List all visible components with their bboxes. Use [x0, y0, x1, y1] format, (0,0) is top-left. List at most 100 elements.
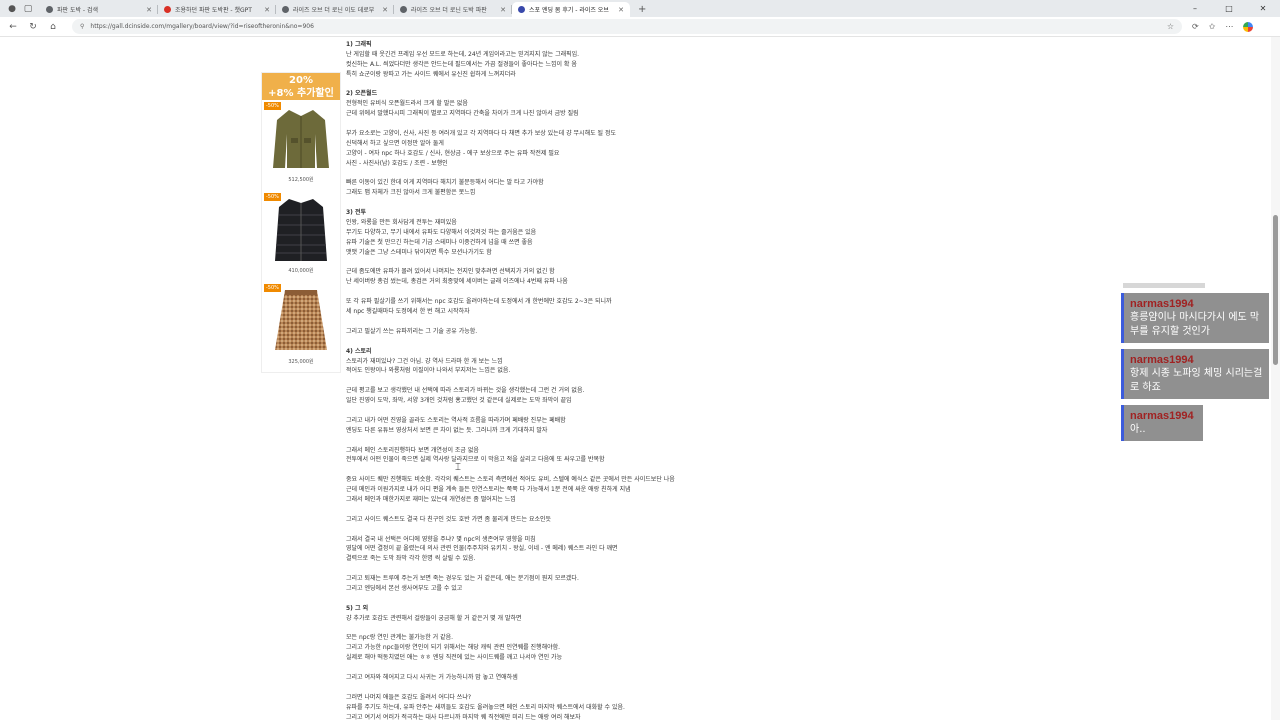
post-text-line: 적어도 인왕이나 와룡처럼 이질이야 나와서 부지저는 느낌은 없음.: [346, 367, 511, 375]
menu-icon[interactable]: ⋯: [1225, 22, 1233, 32]
post-text-line: [346, 317, 756, 327]
close-tab-icon[interactable]: ✕: [146, 6, 152, 14]
close-tab-icon[interactable]: ✕: [500, 6, 506, 14]
post-text-line: [346, 406, 756, 416]
bookmark-star-icon[interactable]: ☆: [1167, 22, 1174, 31]
chat-username: narmas1994: [1130, 354, 1194, 366]
post-text-line: 그래도 맵 자체가 크진 않아서 크게 불편함은 못느낌: [346, 189, 476, 197]
url-text[interactable]: https://gall.dcinside.com/mgallery/board…: [90, 23, 1166, 30]
post-text-line: 유파 기술은 첫 만으긴 하는데 기금 스테미나 이중건하게 넘을 때 쓰면 좋…: [346, 238, 533, 246]
extensions-icon[interactable]: ⟳: [1192, 22, 1199, 32]
profile-icon[interactable]: ●: [6, 4, 18, 14]
post-text-line: [346, 594, 756, 604]
post-text-line: 맷맷 기술은 그냥 스테미나 닦이지면 특수 모션나가기도 함: [346, 248, 492, 256]
post-text-line: 그리고 가능한 npc들이랑 연인이 되기 위해서는 해당 캐릭 관련 인연퀘를…: [346, 644, 561, 652]
post-text-line: [346, 337, 756, 347]
ad-banner-column[interactable]: 20% +8% 추가할인 -50% 512,500원 -50% 410,000원: [261, 72, 341, 373]
scrollbar-thumb[interactable]: [1273, 215, 1278, 365]
post-text-line: 컷신하는 A.L. 씌었다더만 생각은 안드는데 필드에서는 가끔 절경들이 좋…: [346, 60, 577, 68]
post-text-line: 그래서 메인 스토리진행하다 보면 개연성이 조금 없음: [346, 446, 479, 454]
ad-product[interactable]: -50% 325,000원: [262, 282, 340, 373]
product-price: 512,500원: [288, 177, 314, 183]
tab-title: 라이즈 오브 더 로닌 도박 파판: [411, 7, 487, 14]
post-text-line: 부가 요소로는 고양이, 신사, 사진 등 여러개 있고 각 지역마다 다 채면…: [346, 130, 616, 138]
chat-text: 흥릉얌이나 마시다가시 에도 막부를 유지할 것인가: [1130, 312, 1260, 337]
close-tab-icon[interactable]: ✕: [382, 6, 388, 14]
avatar[interactable]: [1243, 21, 1254, 32]
browser-tab[interactable]: 라이즈 오브 더 로닌 도박 파판 ✕: [394, 2, 512, 17]
tab-list: 파판 도박 - 검색 ✕ 조용하던 파판 도박판 - 챗GPT ✕ 라이즈 오브 더 로…: [40, 2, 630, 17]
post-text-line: [346, 80, 756, 90]
post-text-line: 결력으로 죽는 도막 좌막 각각 한명 씩 살릴 수 있음.: [346, 555, 476, 563]
product-price: 325,000원: [288, 359, 314, 365]
close-tab-icon[interactable]: ✕: [618, 6, 624, 14]
post-text-line: 실제로 해야 떡동치였던 애는 ㅎㅎ 엔딩 직전에 있는 사이드퀘를 깨고 나서…: [346, 654, 563, 662]
tab-actions-icon[interactable]: ▢: [22, 4, 34, 14]
post-text-line: 그리고 필살기 쓰는 유파끼리는 그 기술 공유 가능함.: [346, 327, 478, 335]
maximize-button[interactable]: □: [1212, 0, 1246, 17]
site-info-icon[interactable]: ⚲: [80, 23, 84, 30]
post-text-line: [346, 465, 756, 475]
browser-tab[interactable]: 라이즈 오브 더 로닌 이도 데로부 ✕: [276, 2, 394, 17]
search-icon: [46, 6, 53, 13]
post-text-line: 그리고 내가 어떤 진영을 골라도 스토리는 역사적 흐름을 따라가며 페배랑 …: [346, 416, 566, 424]
tab-title: 파판 도박 - 검색: [57, 7, 99, 14]
post-text-line: 걍 추가로 호감도 관련해서 걸랑들이 궁금해 할 거 같은거 몇 개 말하면: [346, 614, 522, 622]
browser-tab[interactable]: 파판 도박 - 검색 ✕: [40, 2, 158, 17]
toolbar-icons: ⟳ ✩ ⋯: [1192, 21, 1254, 32]
browser-tab[interactable]: 스포 엔딩 봄 후기 - 라이즈 오브 ✕: [512, 2, 630, 17]
new-tab-button[interactable]: +: [630, 2, 654, 17]
post-text-line: 그래서 메인과 매한가지로 재미는 있는데 개연성은 좀 떨어지는 느낌: [346, 495, 516, 503]
search-icon: [400, 6, 407, 13]
post-text-line: [346, 376, 756, 386]
post-body: 1) 그래픽 난 게임할 때 웃긴건 프레임 우선 모드로 하는데, 24년 게임…: [346, 40, 756, 720]
post-text-line: 또 각 유파 필살기를 쓰기 위해서는 npc 호감도 올려야하는데 도정에서 …: [346, 298, 612, 306]
address-bar[interactable]: ⚲ https://gall.dcinside.com/mgallery/boa…: [72, 19, 1182, 34]
stream-chat-overlay: narmas1994 흥릉얌이나 마시다가시 에도 막부를 유지할 것인가 na…: [1121, 283, 1271, 443]
close-window-button[interactable]: ✕: [1246, 0, 1280, 17]
ad-discount-banner[interactable]: 20% +8% 추가할인: [262, 73, 340, 100]
post-text-line: 일단 진영이 도막, 좌막, 서양 3개인 것처럼 홍고했던 것 같은데 실제로…: [346, 397, 572, 405]
post-text-line: 영달에 어떤 결정이 끝 올렸는데 의사 관련 인물(주주치와 유키치 - 왕실…: [346, 545, 618, 553]
post-text-line: [346, 624, 756, 634]
home-icon[interactable]: ⌂: [46, 22, 60, 32]
browser-tab[interactable]: 조용하던 파판 도박판 - 챗GPT ✕: [158, 2, 276, 17]
post-text-line: 그리고 사이드 퀘스트도 결국 다 친구인 것도 호반 가면 좀 물리게 만드는…: [346, 515, 552, 523]
ad-banner-line2: +8% 추가할인: [268, 88, 334, 99]
post-text-line: 그래서 결국 내 선택은 어디에 영향을 주냐? 몇 npc의 생존여부 영향을…: [346, 535, 536, 543]
search-icon: [282, 6, 289, 13]
ad-banner-line1: 20%: [289, 75, 313, 86]
post-text-line: 근데 위에서 말했다시피 그래픽이 별로고 지역마다 간축을 차이가 크게 나진…: [346, 110, 579, 118]
ad-product[interactable]: -50% 410,000원: [262, 191, 340, 282]
reload-icon[interactable]: ↻: [26, 22, 40, 32]
section-heading: 2) 오픈월드: [346, 90, 378, 98]
post-text-line: 전형적인 유비식 오픈월드라서 크게 할 말은 없음: [346, 100, 468, 108]
tab-title: 조용하던 파판 도박판 - 챗GPT: [175, 7, 252, 14]
section-heading: 5) 그 외: [346, 604, 369, 612]
back-arrow-icon[interactable]: ←: [6, 22, 20, 32]
page-scrollbar[interactable]: [1271, 37, 1280, 720]
chat-text: 아..: [1130, 424, 1146, 435]
product-price: 410,000원: [288, 268, 314, 274]
tab-title: 라이즈 오브 더 로닌 이도 데로부: [293, 7, 375, 14]
post-text-line: [346, 287, 756, 297]
ad-product[interactable]: -50% 512,500원: [262, 100, 340, 191]
discount-badge: -50%: [264, 193, 281, 201]
chat-message: narmas1994 아..: [1121, 405, 1203, 441]
tab-title: 스포 엔딩 봄 후기 - 라이즈 오브: [529, 7, 609, 14]
post-text-line: 스토리가 재미있냐? 그건 아님. 걍 역사 드라마 한 개 보는 느낌: [346, 357, 503, 365]
post-text-line: [346, 436, 756, 446]
post-text-line: 고양이 - 여자 npc 하나 호감도 / 신사, 현상금 - 에구 보상으로 …: [346, 149, 560, 157]
post-text-line: 난 게임할 때 웃긴건 프레임 우선 모드로 하는데, 24년 게임이라고는 믿…: [346, 50, 580, 58]
section-heading: 3) 전투: [346, 209, 367, 217]
section-heading: 4) 스토리: [346, 347, 372, 355]
post-text-line: 신덕해서 하고 싶으면 이정만 알아 둘게: [346, 139, 444, 147]
post-text-line: 유파를 주기도 하는데, 유파 안주는 새끼들도 호감도 올려놓으면 메인 스토…: [346, 703, 625, 711]
minimize-button[interactable]: –: [1178, 0, 1212, 17]
discount-badge: -50%: [264, 102, 281, 110]
favorites-icon[interactable]: ✩: [1209, 22, 1216, 32]
chat-username: narmas1994: [1130, 298, 1194, 310]
post-text-line: 빠른 이동이 있긴 한데 이게 지역마다 해치기 불문등해서 어디는 말 타고 …: [346, 179, 544, 187]
chat-message: narmas1994 흥릉얌이나 마시다가시 에도 막부를 유지할 것인가: [1121, 293, 1269, 343]
close-tab-icon[interactable]: ✕: [264, 6, 270, 14]
